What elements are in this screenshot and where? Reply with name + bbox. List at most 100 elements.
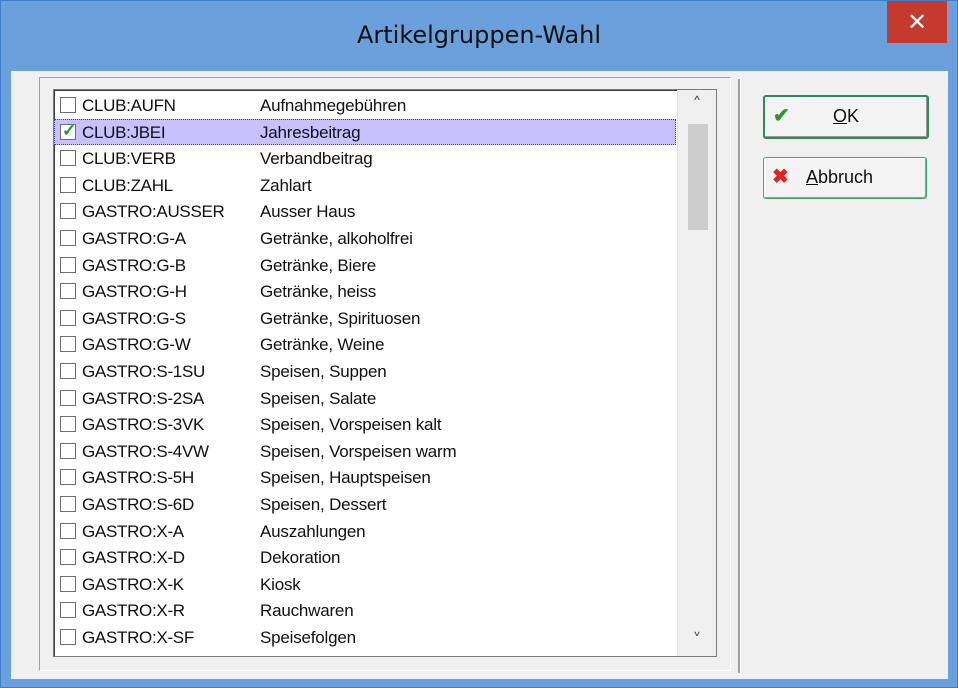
list-item[interactable]: GASTRO:AUSSER Ausser Haus	[54, 198, 676, 225]
item-checkbox[interactable]	[60, 602, 76, 619]
item-code: CLUB:JBEI	[82, 122, 166, 142]
list-item[interactable]: GASTRO:X-SF Speisefolgen	[54, 624, 676, 651]
list-item[interactable]: GASTRO:S-5H Speisen, Hauptspeisen	[54, 464, 676, 491]
list-item[interactable]: GASTRO:S-6D Speisen, Dessert	[54, 491, 676, 518]
item-checkbox[interactable]	[60, 150, 76, 167]
checkmark-icon: ✓	[62, 120, 77, 140]
item-checkbox[interactable]	[60, 256, 76, 273]
item-description: Speisen, Salate	[260, 388, 377, 408]
ok-button-label: OK	[833, 106, 860, 126]
item-code: GASTRO:S-5H	[82, 468, 194, 488]
list-item[interactable]: GASTRO:S-3VK Speisen, Vorspeisen kalt	[54, 411, 676, 438]
scroll-up-button[interactable]: ˄	[678, 90, 716, 120]
list-item[interactable]: GASTRO:G-A Getränke, alkoholfrei	[54, 225, 676, 252]
item-code: GASTRO:X-SF	[82, 627, 194, 647]
x-icon: ✖	[772, 166, 789, 188]
item-checkbox[interactable]	[60, 575, 76, 592]
list-item[interactable]: GASTRO:S-1SU Speisen, Suppen	[54, 358, 676, 385]
item-code: GASTRO:X-D	[82, 548, 185, 568]
item-description: Speisen, Vorspeisen kalt	[260, 415, 442, 435]
list-item[interactable]: GASTRO:X-R Rauchwaren	[54, 597, 676, 624]
item-code: GASTRO:X-K	[82, 574, 184, 594]
dialog-window: Artikelgruppen-Wahl ✕ CLUB:AUFN Aufnahmeg…	[0, 0, 958, 688]
item-checkbox[interactable]	[60, 176, 76, 193]
vertical-scrollbar[interactable]: ˄ ˅	[677, 90, 716, 656]
item-checkbox[interactable]: ✓	[60, 120, 77, 140]
item-description: Zahlart	[260, 175, 312, 195]
item-code: GASTRO:G-B	[82, 255, 186, 275]
item-code: GASTRO:AUSSER	[82, 202, 225, 222]
list-item[interactable]: GASTRO:G-H Getränke, heiss	[54, 278, 676, 305]
list-item[interactable]: ✓ CLUB:JBEI Jahresbeitrag	[54, 118, 676, 146]
item-description: Dekoration	[260, 548, 341, 568]
scroll-thumb[interactable]	[688, 124, 708, 230]
close-button[interactable]: ✕	[887, 1, 947, 43]
list-item[interactable]: GASTRO:X-K Kiosk	[54, 571, 676, 598]
item-description: Speisen, Hauptspeisen	[260, 468, 431, 488]
item-checkbox[interactable]	[60, 97, 76, 113]
item-checkbox[interactable]	[60, 203, 76, 220]
item-code: GASTRO:S-2SA	[82, 388, 205, 408]
item-code: CLUB:AUFN	[82, 96, 176, 115]
item-description: Getränke, alkoholfrei	[260, 228, 413, 248]
item-code: GASTRO:S-4VW	[82, 441, 209, 461]
list-item[interactable]: CLUB:VERB Verbandbeitrag	[54, 145, 676, 172]
check-icon: ✔	[773, 105, 790, 127]
list-item[interactable]: CLUB:AUFN Aufnahmegebühren	[54, 92, 676, 119]
list-item[interactable]: GASTRO:S-4VW Speisen, Vorspeisen warm	[54, 438, 676, 465]
list-item[interactable]: GASTRO:G-W Getränke, Weine	[54, 331, 676, 358]
item-description: Getränke, Biere	[260, 255, 377, 275]
item-checkbox[interactable]	[60, 442, 76, 459]
item-checkbox[interactable]	[60, 549, 76, 566]
list-item[interactable]: GASTRO:X-A Auszahlungen	[54, 518, 676, 545]
scroll-down-button[interactable]: ˅	[678, 626, 716, 656]
list-item[interactable]: GASTRO:S-2SA Speisen, Salate	[54, 385, 676, 412]
item-checkbox[interactable]	[60, 416, 76, 433]
item-description: Verbandbeitrag	[260, 149, 373, 169]
item-code: GASTRO:G-S	[82, 308, 186, 328]
item-checkbox[interactable]	[60, 522, 76, 539]
item-description: Rauchwaren	[260, 601, 354, 621]
cancel-button-label: Abbruch	[806, 167, 874, 187]
item-checkbox[interactable]	[60, 283, 76, 300]
title-bar[interactable]: Artikelgruppen-Wahl ✕	[1, 1, 957, 71]
item-description: Ausser Haus	[260, 202, 356, 222]
list-rows: CLUB:AUFN Aufnahmegebühren ✓ CLUB:JBEI Jahre…	[54, 92, 676, 650]
chevron-down-icon: ˅	[692, 630, 702, 651]
item-code: CLUB:VERB	[82, 149, 176, 169]
item-checkbox[interactable]	[60, 309, 76, 326]
item-checkbox[interactable]	[60, 469, 76, 486]
item-description: Getränke, heiss	[260, 282, 377, 302]
item-code: GASTRO:X-A	[82, 521, 184, 541]
item-checkbox[interactable]	[60, 336, 76, 353]
item-checkbox[interactable]	[60, 229, 76, 246]
item-description: Auszahlungen	[260, 521, 366, 541]
item-code: GASTRO:G-H	[82, 282, 187, 302]
list-item[interactable]: GASTRO:G-S Getränke, Spirituosen	[54, 305, 676, 332]
cancel-button[interactable]: ✖ Abbruch	[763, 157, 927, 199]
item-description: Speisen, Vorspeisen warm	[260, 441, 457, 461]
item-description: Getränke, Weine	[260, 335, 385, 355]
item-checkbox[interactable]	[60, 389, 76, 406]
item-description: Speisefolgen	[260, 627, 356, 647]
vertical-separator	[738, 79, 741, 673]
item-checkbox[interactable]	[60, 495, 76, 512]
item-code: GASTRO:G-A	[82, 228, 186, 248]
item-code: CLUB:ZAHL	[82, 175, 173, 195]
item-description: Speisen, Suppen	[260, 361, 387, 381]
dialog-client-area: CLUB:AUFN Aufnahmegebühren ✓ CLUB:JBEI Jahre…	[11, 71, 948, 679]
item-code: GASTRO:S-1SU	[82, 361, 205, 381]
item-description: Kiosk	[260, 574, 301, 594]
article-group-listbox[interactable]: CLUB:AUFN Aufnahmegebühren ✓ CLUB:JBEI Jahre…	[53, 89, 717, 657]
list-item[interactable]: GASTRO:G-B Getränke, Biere	[54, 252, 676, 279]
ok-button[interactable]: ✔ OK	[763, 95, 929, 139]
item-description: Jahresbeitrag	[260, 122, 361, 142]
item-checkbox[interactable]	[60, 362, 76, 379]
list-item[interactable]: GASTRO:X-D Dekoration	[54, 544, 676, 571]
item-checkbox[interactable]	[60, 628, 76, 645]
list-item[interactable]: CLUB:ZAHL Zahlart	[54, 172, 676, 199]
item-description: Speisen, Dessert	[260, 494, 387, 514]
window-title: Artikelgruppen-Wahl	[356, 21, 602, 49]
item-description: Getränke, Spirituosen	[260, 308, 421, 328]
item-description: Aufnahmegebühren	[260, 96, 407, 115]
